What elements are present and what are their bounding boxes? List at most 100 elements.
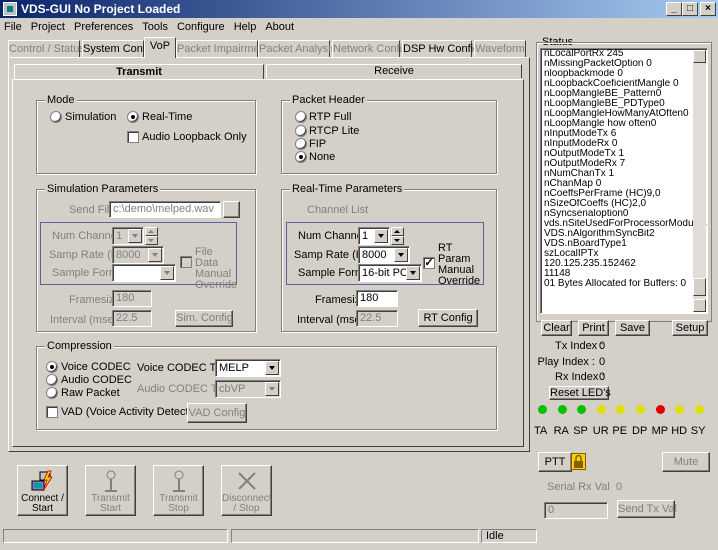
rt-sample-format-combo[interactable]: 16-bit PCM bbox=[358, 264, 422, 282]
audio-codec-type-value: cbVP bbox=[219, 383, 246, 395]
voice-codec-type-combo[interactable]: MELP bbox=[215, 359, 281, 377]
transmit-start-button[interactable]: Transmit Start bbox=[85, 465, 136, 516]
rt-samp-rate-value: 8000 bbox=[362, 249, 387, 261]
subtab-receive[interactable]: Receive bbox=[266, 64, 522, 78]
rt-num-channels-spinner[interactable] bbox=[391, 227, 404, 245]
led-ta bbox=[538, 405, 547, 414]
realtime-radio[interactable] bbox=[127, 111, 139, 123]
led-label: PE bbox=[612, 425, 628, 437]
status-line: nloopbackmode 0 bbox=[544, 69, 623, 79]
chevron-down-icon[interactable] bbox=[160, 266, 174, 280]
file-data-override-checkbox[interactable] bbox=[180, 256, 192, 268]
mute-button[interactable]: Mute bbox=[662, 452, 710, 472]
chevron-down-icon[interactable] bbox=[148, 248, 162, 262]
chevron-down-icon[interactable] bbox=[265, 382, 279, 396]
sim-config-button[interactable]: Sim. Config bbox=[175, 310, 233, 327]
audio-loopback-checkbox[interactable] bbox=[127, 131, 139, 143]
rt-interval-input[interactable]: 22.5 bbox=[356, 310, 398, 327]
send-file-input[interactable]: c:\demo\melped.wav bbox=[109, 201, 221, 218]
tab-vop[interactable]: VoP bbox=[144, 37, 176, 58]
sim-num-channels-spinner[interactable] bbox=[145, 227, 158, 245]
scroll-down-icon[interactable] bbox=[693, 299, 706, 312]
sim-interval-input[interactable]: 22.5 bbox=[112, 310, 152, 327]
connect-start-button[interactable]: Connect / Start bbox=[17, 465, 68, 516]
menu-about[interactable]: About bbox=[265, 21, 294, 33]
send-tx-button[interactable]: Send Tx Val bbox=[617, 500, 677, 518]
tab-dsp-hw-config[interactable]: DSP Hw Config bbox=[402, 40, 479, 58]
connect-start-label: Connect / Start bbox=[21, 493, 64, 514]
sim-sample-format-combo[interactable] bbox=[112, 264, 176, 282]
spin-up-icon[interactable] bbox=[391, 227, 404, 236]
transmit-stop-button[interactable]: Transmit Stop bbox=[153, 465, 204, 516]
browse-file-button[interactable] bbox=[223, 201, 240, 218]
file-data-override-label: File Data Manual Override bbox=[195, 246, 238, 291]
spin-down-icon[interactable] bbox=[391, 236, 404, 245]
rt-samp-rate-combo[interactable]: 8000 bbox=[358, 246, 410, 264]
rt-num-channels-combo[interactable]: 1 bbox=[358, 227, 390, 245]
status-list[interactable]: nLocalPortRx 245 nMissingPacketOption 0 … bbox=[540, 48, 708, 314]
sim-num-channels-combo[interactable]: 1 bbox=[112, 227, 144, 245]
scroll-up-icon[interactable] bbox=[693, 50, 706, 63]
close-button[interactable]: × bbox=[700, 2, 716, 16]
disconnect-stop-button[interactable]: Disconnect / Stop bbox=[221, 465, 272, 516]
tab-packet-impairment[interactable]: Packet Impairment bbox=[176, 40, 269, 58]
sim-num-channels-value: 1 bbox=[116, 230, 123, 242]
status-print-button[interactable]: Print bbox=[578, 320, 609, 336]
menu-help[interactable]: Help bbox=[234, 21, 257, 33]
vad-config-button[interactable]: VAD Config bbox=[187, 403, 247, 423]
chevron-down-icon[interactable] bbox=[374, 229, 388, 243]
send-tx-input[interactable]: 0 bbox=[544, 502, 608, 519]
led-label: HD bbox=[671, 425, 688, 437]
rtp-full-radio[interactable] bbox=[295, 111, 307, 123]
status-save-button[interactable]: Save bbox=[615, 320, 650, 336]
computer-lightning-icon bbox=[31, 470, 53, 492]
tab-control-status[interactable]: Control / Status bbox=[8, 40, 85, 58]
tab-waveform[interactable]: Waveform bbox=[474, 40, 526, 58]
fip-radio[interactable] bbox=[295, 138, 307, 150]
rt-config-button[interactable]: RT Config bbox=[418, 309, 478, 327]
status-line: vds.nSiteUsedForProcessorModule4 bbox=[544, 219, 707, 229]
led-ur bbox=[596, 405, 606, 414]
audio-codec-radio[interactable] bbox=[46, 374, 58, 386]
chevron-down-icon[interactable] bbox=[406, 266, 420, 280]
spin-up-icon[interactable] bbox=[145, 227, 158, 236]
sim-framesize-input[interactable]: 180 bbox=[112, 290, 152, 307]
chevron-down-icon[interactable] bbox=[128, 229, 142, 243]
subtab-transmit[interactable]: Transmit bbox=[14, 64, 264, 80]
voice-codec-radio[interactable] bbox=[46, 361, 58, 373]
sim-samp-rate-combo[interactable]: 8000 bbox=[112, 246, 164, 264]
menu-tools[interactable]: Tools bbox=[142, 21, 168, 33]
lock-glyph bbox=[574, 454, 583, 468]
tx-index-label: Tx Index : bbox=[555, 340, 604, 352]
status-setup-button[interactable]: Setup bbox=[672, 320, 708, 336]
menu-preferences[interactable]: Preferences bbox=[74, 21, 133, 33]
chevron-down-icon[interactable] bbox=[394, 248, 408, 262]
vad-checkbox[interactable] bbox=[46, 406, 58, 418]
menu-project[interactable]: Project bbox=[31, 21, 65, 33]
reset-leds-button[interactable]: Reset LED's bbox=[549, 386, 611, 400]
tab-packet-analysis[interactable]: Packet Analysis bbox=[258, 40, 336, 58]
simulation-radio[interactable] bbox=[50, 111, 62, 123]
status-line: szLocalIPTx bbox=[544, 249, 599, 259]
chevron-down-icon[interactable] bbox=[265, 361, 279, 375]
audio-codec-type-combo[interactable]: cbVP bbox=[215, 380, 281, 398]
rt-override-checkbox[interactable]: ✓ bbox=[423, 257, 435, 269]
tab-network-config[interactable]: Network Config bbox=[332, 40, 408, 58]
spin-down-icon[interactable] bbox=[145, 236, 158, 245]
ptt-button[interactable]: PTT bbox=[538, 452, 572, 472]
rx-index-label: Rx Index : bbox=[555, 371, 605, 383]
rt-framesize-input[interactable]: 180 bbox=[356, 290, 398, 307]
none-radio[interactable] bbox=[295, 151, 307, 163]
menu-file[interactable]: File bbox=[4, 21, 22, 33]
raw-packet-radio[interactable] bbox=[46, 387, 58, 399]
tab-system-config[interactable]: System Config bbox=[82, 40, 155, 58]
scroll-thumb[interactable] bbox=[693, 278, 706, 296]
status-scrollbar[interactable] bbox=[693, 50, 706, 312]
status-clear-button[interactable]: Clear bbox=[541, 320, 572, 336]
minimize-button[interactable]: _ bbox=[666, 2, 682, 16]
menu-configure[interactable]: Configure bbox=[177, 21, 225, 33]
maximize-button[interactable]: □ bbox=[682, 2, 698, 16]
rtcp-lite-radio[interactable] bbox=[295, 125, 307, 137]
simulation-label: Simulation bbox=[65, 111, 117, 123]
close-icon bbox=[237, 472, 256, 490]
